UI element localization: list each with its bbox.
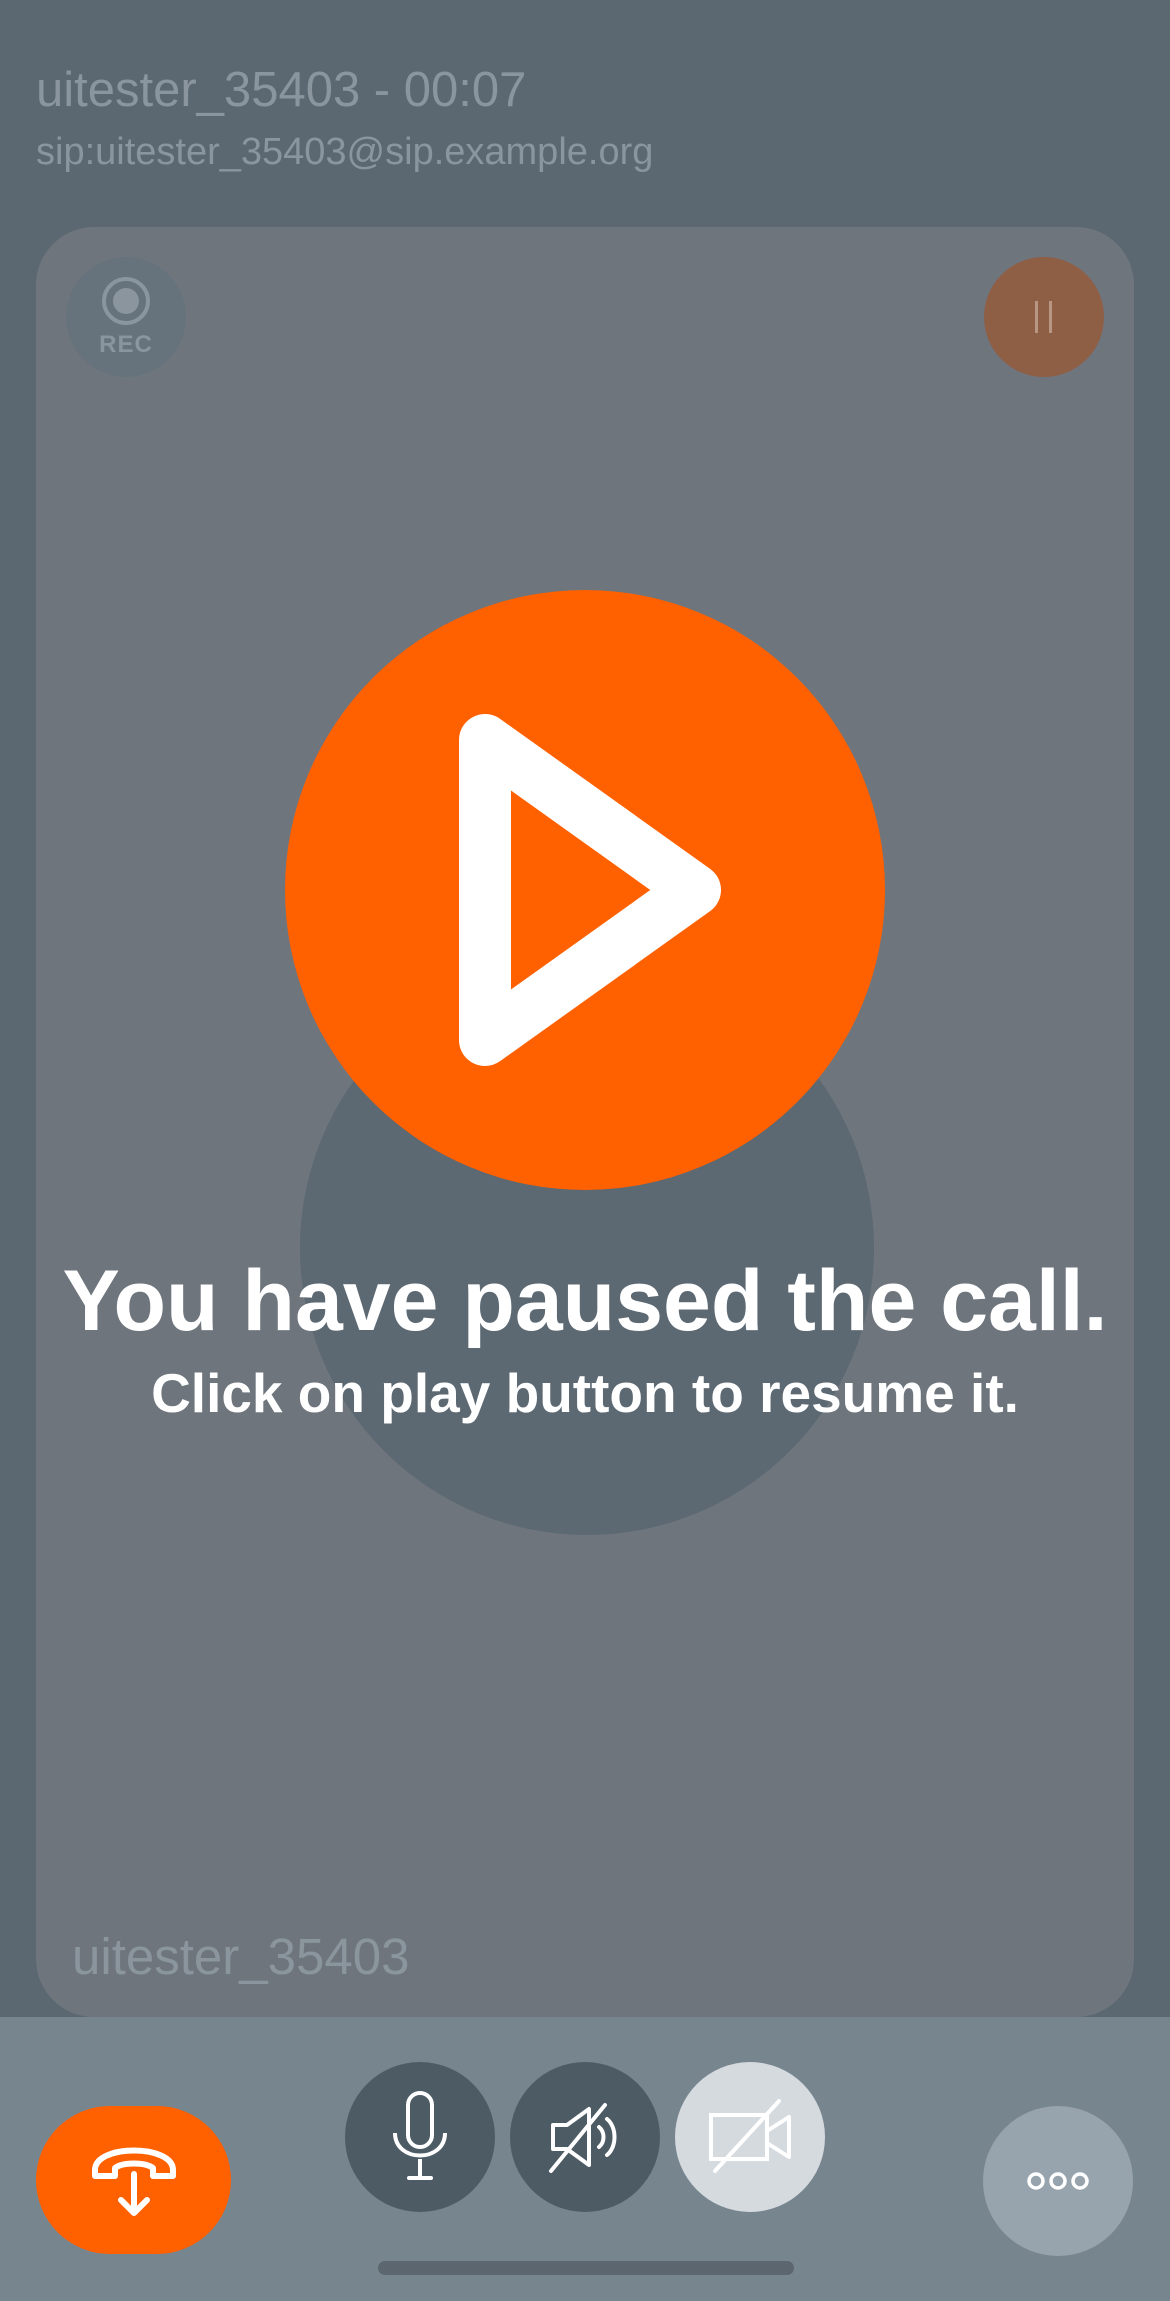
speaker-muted-icon (549, 2103, 617, 2173)
call-title: uitester_35403 - 00:07 (36, 63, 527, 117)
record-label: REC (99, 331, 153, 358)
call-address: sip:uitester_35403@sip.example.org (36, 131, 654, 173)
hangup-button[interactable] (36, 2106, 231, 2254)
resume-play-button[interactable] (285, 590, 885, 1190)
microphone-button[interactable] (345, 2062, 495, 2212)
paused-subtitle: Click on play button to resume it. (151, 1362, 1019, 1424)
record-button[interactable]: REC (66, 257, 186, 377)
call-header: uitester_35403 - 00:07 sip:uitester_3540… (36, 58, 653, 178)
play-icon (459, 714, 721, 1066)
paused-title: You have paused the call. (62, 1253, 1108, 1349)
pause-button[interactable] (984, 257, 1104, 377)
more-icon (1027, 2172, 1089, 2190)
call-screen: uitester_35403 - 00:07 sip:uitester_3540… (0, 0, 1170, 2301)
more-options-button[interactable] (983, 2106, 1133, 2256)
speaker-button[interactable] (510, 2062, 660, 2212)
pause-icon (1035, 301, 1052, 333)
camera-button[interactable] (675, 2062, 825, 2212)
home-indicator[interactable] (378, 2261, 794, 2275)
participant-name: uitester_35403 (72, 1928, 410, 1985)
camera-off-icon (709, 2099, 791, 2173)
record-icon (102, 277, 150, 325)
hangup-icon (91, 2147, 176, 2216)
controls-bar (0, 2017, 1170, 2301)
microphone-icon (393, 2091, 447, 2180)
